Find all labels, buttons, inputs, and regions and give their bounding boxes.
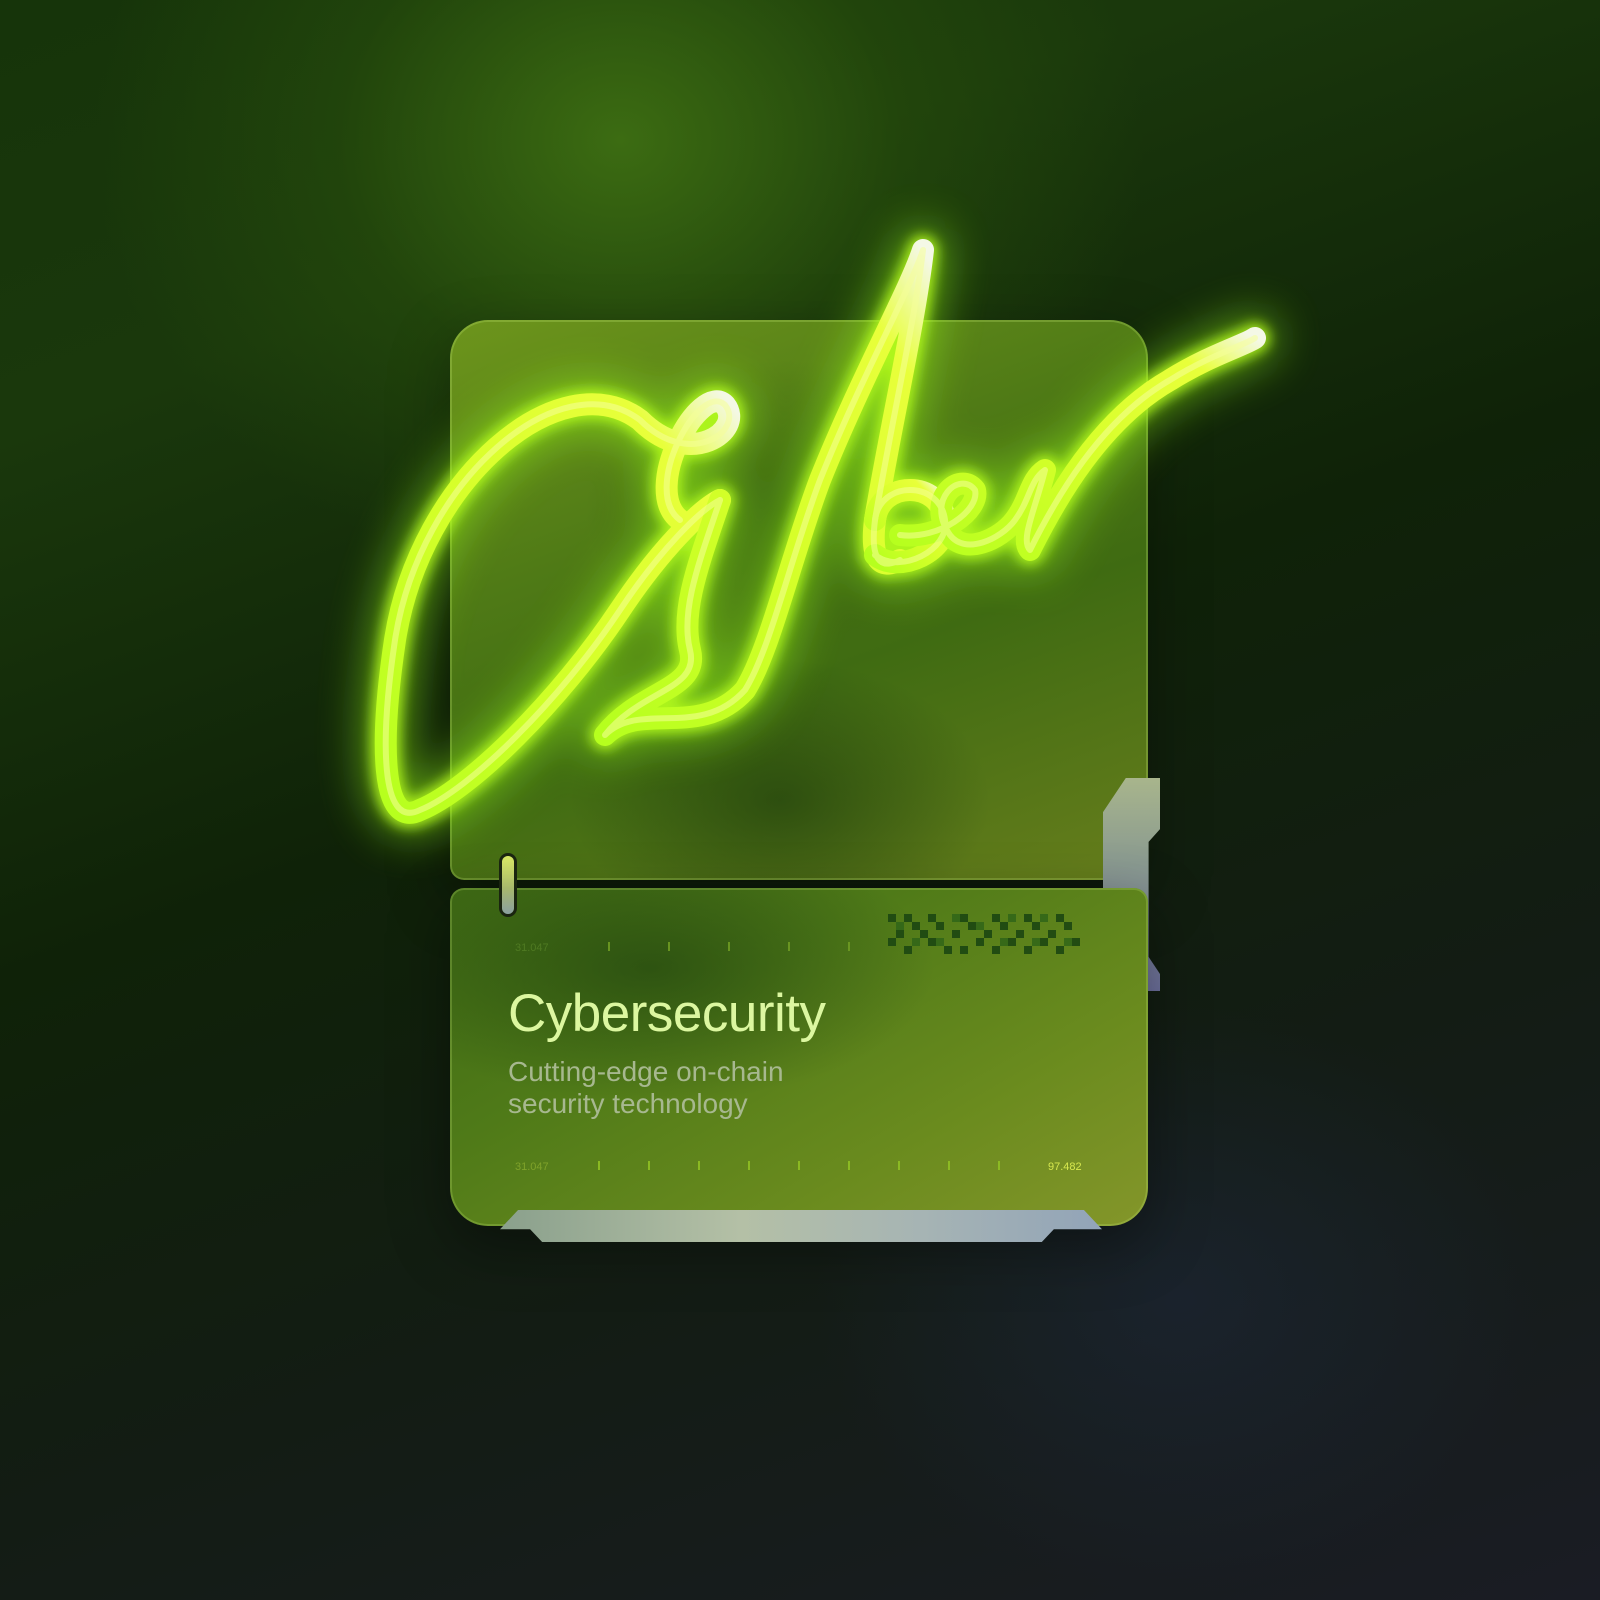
scale-tick: [848, 942, 850, 951]
slot-toggle-icon: [502, 856, 514, 914]
scale-top-label: 31.047: [515, 942, 549, 954]
scale-bottom-start-label: 31.047: [515, 1161, 549, 1173]
glass-panel-top: [450, 320, 1148, 880]
pixel-pattern: [888, 914, 1082, 954]
card-title: Cybersecurity: [508, 984, 826, 1043]
scale-tick: [798, 1161, 800, 1170]
card-subtitle-line-2: security technology: [508, 1088, 748, 1119]
scale-tick: [608, 942, 610, 951]
scale-bottom-end-label: 97.482: [1048, 1161, 1082, 1173]
scale-tick: [898, 1161, 900, 1170]
scale-tick: [698, 1161, 700, 1170]
scale-tick: [788, 942, 790, 951]
scale-tick: [668, 942, 670, 951]
card-subtitle-line-1: Cutting-edge on-chain: [508, 1056, 784, 1087]
scale-tick: [598, 1161, 600, 1170]
scale-tick: [648, 1161, 650, 1170]
card-subtitle: Cutting-edge on-chain security technolog…: [508, 1056, 784, 1120]
scale-tick: [748, 1161, 750, 1170]
scale-tick: [848, 1161, 850, 1170]
cyber-artwork: 31.047 Cybersecurity Cutting-edge on-cha…: [0, 0, 1600, 1600]
scale-top-ticks: [608, 942, 850, 951]
scale-bottom-ticks: [598, 1161, 1000, 1170]
scale-tick: [948, 1161, 950, 1170]
scale-tick: [998, 1161, 1000, 1170]
metal-bottom-rail: [500, 1210, 1102, 1242]
scale-tick: [728, 942, 730, 951]
